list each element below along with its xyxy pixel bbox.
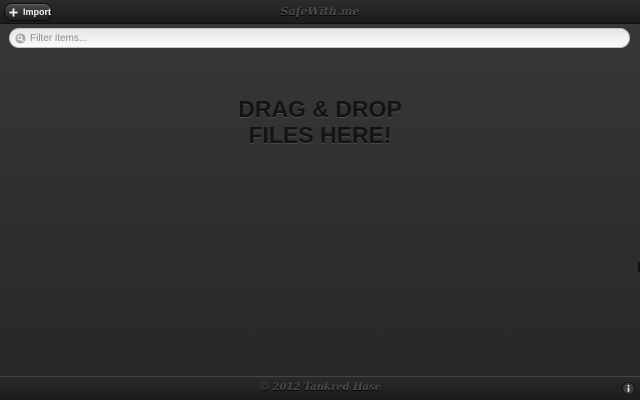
info-button[interactable]: [622, 382, 635, 395]
app-title: SafeWith.me: [280, 5, 360, 18]
copyright-text: © 2012 Tankred Hase: [259, 382, 381, 393]
drop-zone[interactable]: DRAG & DROP FILES HERE!: [0, 96, 640, 148]
top-toolbar: Import SafeWith.me: [0, 0, 640, 24]
filter-bar: [9, 28, 630, 48]
search-icon: [15, 32, 26, 44]
info-icon: [627, 384, 630, 392]
footer-bar: © 2012 Tankred Hase: [0, 376, 640, 400]
filter-input[interactable]: [30, 30, 629, 46]
drop-zone-text-line2: FILES HERE!: [248, 122, 392, 148]
drop-zone-text-line1: DRAG & DROP: [238, 96, 402, 122]
app-window: Import SafeWith.me DRAG & DROP FILES HER…: [0, 0, 640, 400]
